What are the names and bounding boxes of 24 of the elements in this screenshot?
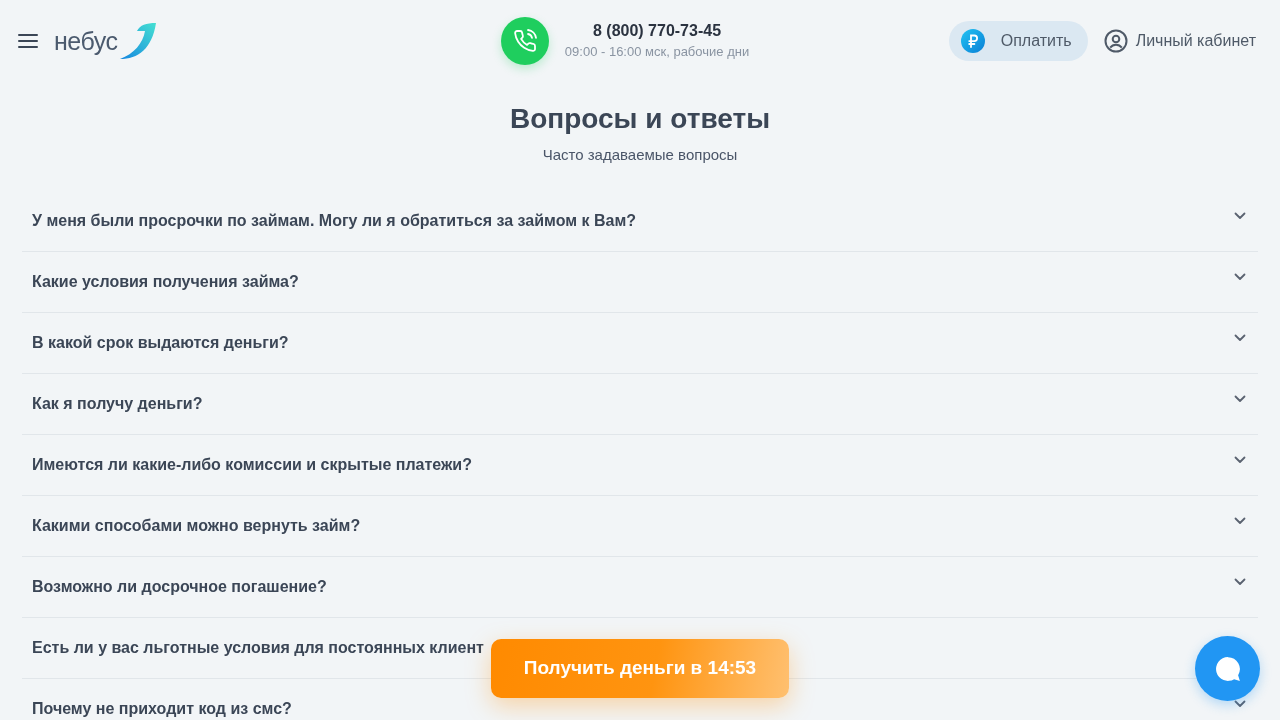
phone-icon	[512, 29, 537, 53]
faq-question[interactable]: У меня были просрочки по займам. Могу ли я обратиться за займом к Вам?	[32, 210, 637, 232]
chat-button[interactable]	[1195, 636, 1260, 701]
faq-question[interactable]: Имеются ли какие-либо комиссии и скрытые платежи?	[32, 454, 472, 476]
menu-button[interactable]	[18, 33, 38, 49]
faq-question[interactable]: Как я получу деньги?	[32, 393, 203, 415]
ruble-icon	[960, 29, 985, 53]
swoosh-icon	[119, 22, 158, 60]
faq-question[interactable]: Возможно ли досрочное погашение?	[32, 576, 327, 598]
faq-question[interactable]: В какой срок выдаются деньги?	[32, 332, 289, 354]
faq-question[interactable]: Какими способами можно вернуть займ?	[32, 515, 361, 537]
faq-question[interactable]: Какие условия получения займа?	[32, 271, 299, 293]
call-button[interactable]	[500, 17, 549, 65]
page-title: Вопросы и ответы	[509, 102, 771, 136]
phone-number: 8 (800) 770-73-45	[592, 21, 722, 41]
logo-link[interactable]: небус	[54, 22, 158, 60]
user-icon	[1103, 29, 1128, 53]
faq-question[interactable]: Есть ли у вас льготные условия для постоянных клиент	[32, 637, 484, 659]
menu-icon	[18, 33, 38, 49]
page-subtitle: Часто задаваемые вопросы	[542, 145, 738, 165]
working-hours: 09:00 - 16:00 мск, рабочие дни	[564, 43, 750, 61]
account-link[interactable]: Личный кабинет	[1103, 29, 1256, 53]
pay-button[interactable]: Оплатить	[948, 21, 1088, 61]
faq-question[interactable]: Почему не приходит код из смс?	[32, 698, 292, 720]
